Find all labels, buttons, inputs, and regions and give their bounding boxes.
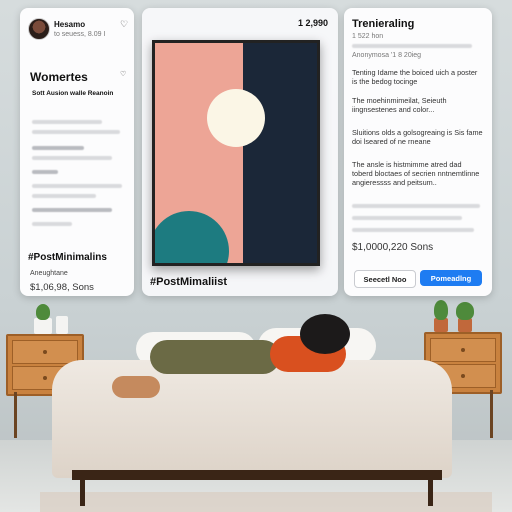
blanket bbox=[52, 360, 452, 478]
post-meta: 1 522 hon bbox=[352, 33, 384, 40]
plant-leaves bbox=[36, 304, 50, 320]
text-line bbox=[32, 120, 102, 124]
bed-leg bbox=[80, 476, 85, 506]
text-line bbox=[32, 146, 84, 150]
person-legs bbox=[150, 340, 280, 374]
nightstand-leg bbox=[14, 392, 17, 438]
section-title: Womertes bbox=[30, 70, 88, 84]
plant-pot bbox=[434, 318, 448, 332]
price: $1,06,98, Sons bbox=[30, 282, 94, 293]
plant-pot bbox=[458, 318, 472, 332]
nightstand-drawer bbox=[12, 340, 78, 364]
primary-button[interactable]: Pomeadlng bbox=[420, 270, 482, 286]
divider bbox=[352, 44, 472, 48]
cup bbox=[56, 316, 68, 334]
avatar[interactable] bbox=[28, 18, 50, 40]
text-line bbox=[352, 216, 462, 220]
post-meta: to seuess, 8.09 I bbox=[54, 31, 106, 38]
heart-icon[interactable]: ♡ bbox=[120, 70, 126, 78]
hashtag[interactable]: #PostMinimalins bbox=[28, 252, 107, 263]
text-line bbox=[32, 194, 96, 198]
text-line bbox=[32, 208, 112, 212]
text-line bbox=[32, 184, 122, 188]
profile-card[interactable]: Hesamo to seuess, 8.09 I ♡ Womertes ♡ So… bbox=[20, 8, 134, 296]
bed-frame bbox=[72, 470, 442, 480]
trending-card[interactable]: Trenieraling 1 522 hon Anonymosa '1 8 20… bbox=[344, 8, 492, 296]
text-line bbox=[352, 204, 480, 208]
plant-leaves bbox=[434, 300, 448, 320]
paragraph: Sluitions olds a golsogreaing is Sis fam… bbox=[352, 128, 483, 146]
card-title: Trenieraling bbox=[352, 18, 415, 30]
bed-leg bbox=[428, 476, 433, 506]
plant-leaves bbox=[456, 302, 474, 320]
username[interactable]: Hesamo bbox=[54, 20, 85, 29]
hashtag[interactable]: #PostMimaliist bbox=[150, 276, 227, 288]
text-line bbox=[32, 156, 112, 160]
section-subtitle: Sott Ausion walle Reanoin bbox=[32, 90, 114, 97]
text-line bbox=[352, 228, 474, 232]
plant-pot bbox=[34, 318, 52, 334]
poster-navy-panel bbox=[243, 43, 317, 263]
text-line bbox=[32, 130, 120, 134]
author-line: Anonymosa '1 8 20ieg bbox=[352, 52, 422, 59]
caption-label: Aneughtane bbox=[30, 270, 68, 277]
poster-cream-circle bbox=[207, 89, 265, 147]
paragraph: The moehinmimeilat, Seieuth iingnsestene… bbox=[352, 96, 447, 114]
view-count: 1 2,990 bbox=[297, 18, 328, 28]
paragraph: Tenting Idame the boiced uich a poster i… bbox=[352, 68, 478, 86]
price: $1,0000,220 Sons bbox=[352, 242, 434, 253]
nightstand-leg bbox=[490, 390, 493, 438]
text-line bbox=[32, 222, 72, 226]
person-feet bbox=[112, 376, 160, 398]
paragraph: The ansle is histmimme atred dad toberd … bbox=[352, 160, 480, 187]
nightstand-drawer bbox=[430, 338, 496, 362]
secondary-button[interactable]: Seecetl Noo bbox=[354, 270, 416, 288]
text-line bbox=[32, 170, 58, 174]
poster-image[interactable] bbox=[152, 40, 320, 266]
person-hair bbox=[300, 314, 350, 354]
heart-icon[interactable]: ♡ bbox=[120, 19, 128, 30]
rug bbox=[40, 492, 492, 512]
